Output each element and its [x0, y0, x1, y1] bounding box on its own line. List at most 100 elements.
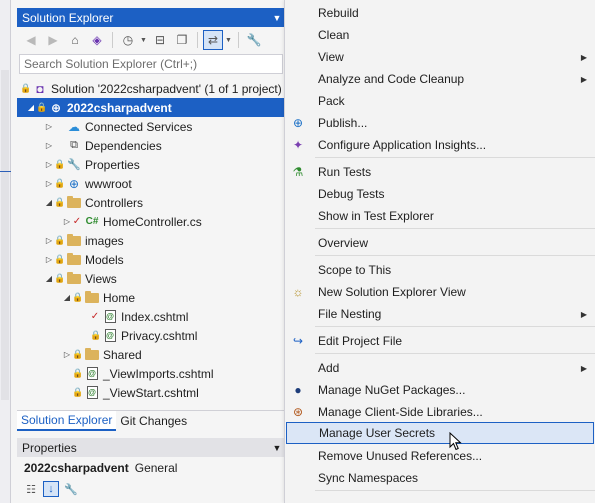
tree-item-project[interactable]: ◢ 🔒 ⊕ 2022csharpadvent — [17, 98, 285, 117]
menu-item-file-nesting[interactable]: File Nesting ▶ — [285, 303, 595, 325]
properties-object[interactable]: 2022csharpadvent General — [17, 457, 285, 479]
menu-item-app-insights[interactable]: ✦ Configure Application Insights... — [285, 134, 595, 156]
collapsed-chevron-icon[interactable]: ▷ — [44, 255, 54, 264]
property-pages-icon[interactable]: 🔧 — [63, 481, 79, 497]
visual-studio-icon[interactable]: ◈ — [87, 30, 107, 50]
tree-item-solution[interactable]: 🔒 ◘ Solution '2022csharpadvent' (1 of 1 … — [17, 79, 285, 98]
collapsed-chevron-icon[interactable]: ▷ — [44, 122, 54, 131]
collapsed-chevron-icon[interactable]: ▷ — [44, 179, 54, 188]
tree-item-models[interactable]: ▷ 🔒 Models — [17, 250, 285, 269]
menu-item-rebuild[interactable]: Rebuild — [285, 2, 595, 24]
search-input[interactable]: Search Solution Explorer (Ctrl+;) — [19, 54, 283, 74]
collapsed-chevron-icon[interactable]: ▷ — [44, 236, 54, 245]
menu-item-publish[interactable]: ⊕ Publish... — [285, 112, 595, 134]
menu-item-clean[interactable]: Clean — [285, 24, 595, 46]
menu-item-remove-unused-references[interactable]: Remove Unused References... — [285, 445, 595, 467]
collapsed-chevron-icon[interactable]: ▷ — [44, 141, 54, 150]
globe-icon: ⊕ — [68, 176, 80, 191]
menu-item-manage-user-secrets[interactable]: Manage User Secrets — [286, 422, 594, 444]
tree-item-connected-services[interactable]: ▷ ☁ Connected Services — [17, 117, 285, 136]
panel-options-chevron-icon[interactable]: ▼ — [269, 13, 285, 23]
razor-file-icon: @ — [104, 310, 116, 323]
solution-tree: 🔒 ◘ Solution '2022csharpadvent' (1 of 1 … — [17, 79, 285, 402]
menu-item-pack[interactable]: Pack — [285, 90, 595, 112]
collapse-all-icon[interactable]: ⊟ — [150, 30, 170, 50]
expanded-chevron-icon[interactable]: ◢ — [44, 198, 54, 207]
forward-icon[interactable]: ▶ — [43, 30, 63, 50]
tree-item-label: _ViewStart.cshtml — [103, 385, 199, 400]
menu-item-debug-tests[interactable]: Debug Tests — [285, 183, 595, 205]
tree-item-properties[interactable]: ▷ 🔒 🔧 Properties — [17, 155, 285, 174]
menu-item-overview[interactable]: Overview — [285, 232, 595, 254]
tree-item-privacy-cshtml[interactable]: 🔒 @ Privacy.cshtml — [17, 326, 285, 345]
menu-separator — [315, 490, 595, 491]
menu-item-scope-to-this[interactable]: Scope to This — [285, 259, 595, 281]
expanded-chevron-icon[interactable]: ◢ — [26, 103, 36, 112]
tree-item-images[interactable]: ▷ 🔒 images — [17, 231, 285, 250]
home-icon[interactable]: ⌂ — [65, 30, 85, 50]
expanded-chevron-icon[interactable]: ◢ — [62, 293, 72, 302]
wrench-icon[interactable]: 🔧 — [244, 30, 264, 50]
menu-item-manage-client-libraries[interactable]: ⊛ Manage Client-Side Libraries... — [285, 401, 595, 423]
menu-item-run-tests[interactable]: ⚗ Run Tests — [285, 161, 595, 183]
web-project-icon: ⊕ — [50, 100, 62, 115]
menu-item-sync-namespaces[interactable]: Sync Namespaces — [285, 467, 595, 489]
properties-toolbar: ☷ ↓ 🔧 — [17, 479, 285, 499]
lock-icon: 🔒 — [90, 330, 102, 340]
tree-item-label: Home — [103, 290, 136, 305]
menu-item-view[interactable]: View ▶ — [285, 46, 595, 68]
categorized-icon[interactable]: ☷ — [23, 481, 39, 497]
folder-icon — [67, 195, 81, 208]
folder-icon — [85, 347, 99, 360]
collapsed-chevron-icon[interactable]: ▷ — [62, 217, 72, 226]
back-icon[interactable]: ◀ — [21, 30, 41, 50]
sync-dropdown-icon[interactable]: ▼ — [225, 37, 233, 44]
tree-item-index-cshtml[interactable]: ✓ @ Index.cshtml — [17, 307, 285, 326]
expanded-chevron-icon[interactable]: ◢ — [44, 274, 54, 283]
tree-item-controllers[interactable]: ◢ 🔒 Controllers — [17, 193, 285, 212]
solution-explorer-title: Solution Explorer — [22, 10, 114, 25]
toolbar-divider — [197, 32, 198, 48]
collapsed-chevron-icon[interactable]: ▷ — [44, 160, 54, 169]
submenu-arrow-icon: ▶ — [580, 74, 587, 84]
lock-icon: 🔒 — [36, 102, 48, 112]
menu-item-analyze[interactable]: Analyze and Code Cleanup ▶ — [285, 68, 595, 90]
toolbar-divider — [112, 32, 113, 48]
tab-solution-explorer[interactable]: Solution Explorer — [17, 411, 117, 431]
context-menu: Rebuild Clean View ▶ Analyze and Code Cl… — [284, 0, 595, 503]
menu-item-new-solution-explorer-view[interactable]: ☼ New Solution Explorer View — [285, 281, 595, 303]
menu-item-add[interactable]: Add ▶ — [285, 357, 595, 379]
pending-changes-icon[interactable]: ◷ — [118, 30, 138, 50]
publish-globe-icon: ⊕ — [292, 116, 304, 130]
wrench-icon: 🔧 — [67, 159, 81, 171]
tree-item-viewstart[interactable]: 🔒 @ _ViewStart.cshtml — [17, 383, 285, 402]
alphabetical-icon[interactable]: ↓ — [43, 481, 59, 497]
tree-item-label: _ViewImports.cshtml — [103, 366, 214, 381]
pending-changes-dropdown-icon[interactable]: ▼ — [140, 37, 148, 44]
panel-tabs: Solution Explorer Git Changes — [17, 410, 285, 431]
tree-item-views[interactable]: ◢ 🔒 Views — [17, 269, 285, 288]
show-all-files-icon[interactable]: ❐ — [172, 30, 192, 50]
sync-icon[interactable]: ⇄ — [203, 30, 223, 50]
menu-item-manage-nuget[interactable]: ● Manage NuGet Packages... — [285, 379, 595, 401]
folder-icon — [85, 290, 99, 303]
lock-icon: 🔒 — [72, 387, 84, 397]
menu-separator — [315, 255, 595, 256]
tree-item-label: images — [85, 233, 124, 248]
collapsed-chevron-icon[interactable]: ▷ — [62, 350, 72, 359]
tree-item-label: Dependencies — [85, 138, 162, 153]
panel-options-chevron-icon[interactable]: ▼ — [269, 443, 285, 453]
solution-explorer-panel: Solution Explorer ▼ ◀ ▶ ⌂ ◈ ◷ ▼ ⊟ ❐ ⇄ ▼ … — [17, 8, 285, 503]
lock-icon: 🔒 — [54, 254, 66, 264]
tree-item-home[interactable]: ◢ 🔒 Home — [17, 288, 285, 307]
gutter-scrollbar[interactable] — [1, 70, 9, 400]
tree-item-viewimports[interactable]: 🔒 @ _ViewImports.cshtml — [17, 364, 285, 383]
menu-item-edit-project-file[interactable]: ↪ Edit Project File — [285, 330, 595, 352]
tab-git-changes[interactable]: Git Changes — [116, 411, 191, 431]
tree-item-dependencies[interactable]: ▷ ⧉ Dependencies — [17, 136, 285, 155]
tree-item-wwwroot[interactable]: ▷ 🔒 ⊕ wwwroot — [17, 174, 285, 193]
menu-item-show-in-test-explorer[interactable]: Show in Test Explorer — [285, 205, 595, 227]
dependencies-icon: ⧉ — [70, 139, 78, 151]
tree-item-homecontroller[interactable]: ▷ ✓ C# HomeController.cs — [17, 212, 285, 231]
tree-item-shared[interactable]: ▷ 🔒 Shared — [17, 345, 285, 364]
